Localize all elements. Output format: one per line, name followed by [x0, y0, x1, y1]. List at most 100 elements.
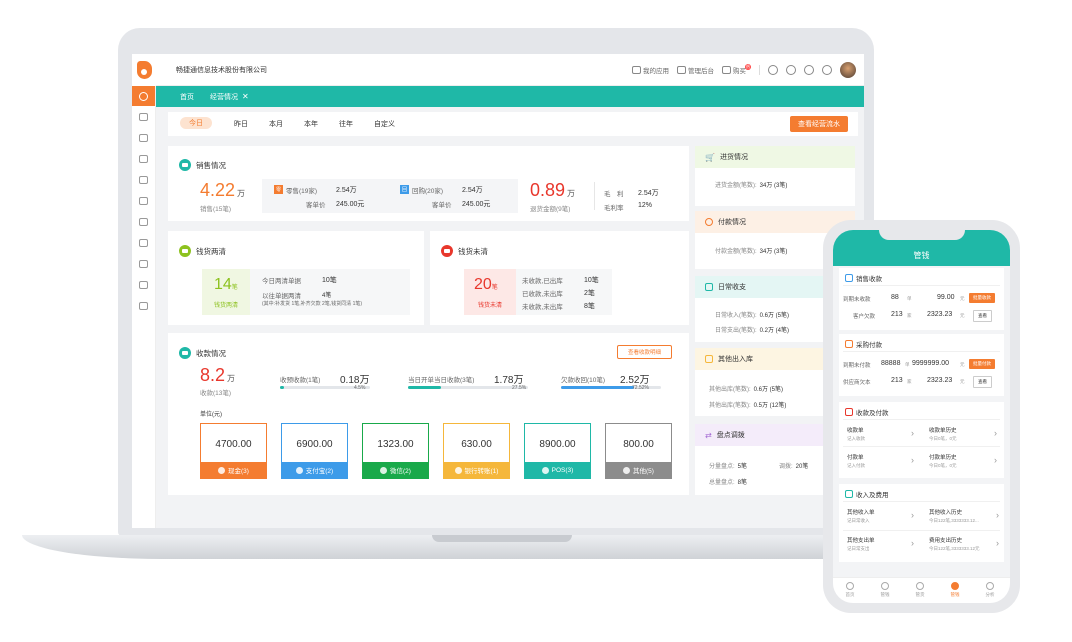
expense-history-entry[interactable]: 费用支出历史 今日122笔,3333333.12元	[929, 536, 980, 552]
unsettled-card: 钱货未清 20笔 钱货未清 未收款,已出库 10笔 已收款,未出库 2笔 未收款…	[430, 231, 689, 325]
close-icon[interactable]: ✕	[242, 92, 249, 101]
nav-analysis-label: 分析	[985, 592, 995, 597]
chart-icon	[139, 259, 148, 268]
chevron-right-icon: ›	[994, 428, 997, 438]
goods-icon	[916, 582, 924, 590]
user-avatar[interactable]	[840, 62, 856, 78]
admin-label: 管理后台	[688, 68, 714, 75]
view-debt-button[interactable]: 查看	[973, 310, 992, 322]
wallet-icon	[179, 347, 191, 359]
sales-title: 销售情况	[179, 159, 226, 171]
nav-goods[interactable]: 管货	[905, 582, 935, 598]
nav-analysis[interactable]: 分析	[975, 582, 1005, 598]
sidebar-item-home[interactable]	[132, 106, 155, 127]
m2-value: 1.78万	[494, 375, 524, 386]
view-flow-button[interactable]: 查看经营流水	[790, 116, 848, 132]
other-income-entry[interactable]: 其他收入单 记日常收入	[847, 508, 875, 524]
view-receipts-button[interactable]: 查看收款明细	[616, 345, 672, 359]
transfer-icon: ⇄	[705, 430, 712, 440]
payment-tile[interactable]: 8900.00 POS(3)	[524, 423, 591, 479]
receipts-amount-unit: 万	[227, 374, 236, 383]
date-custom[interactable]: 自定义	[374, 119, 395, 129]
nav-money-label: 管钱	[880, 592, 890, 597]
ms-r2-amt: 2323.23	[927, 311, 953, 318]
daily-line-2: 日常支出(笔数): 0.2万 (4笔)	[715, 325, 789, 334]
tab-home[interactable]: 首页	[180, 92, 194, 102]
app-logo[interactable]	[132, 54, 156, 86]
gross-label: 毛 利	[604, 191, 624, 198]
date-today[interactable]: 今日	[180, 117, 212, 129]
mp-r1-amt: 9999999.00	[912, 360, 949, 367]
sidebar-item-chart[interactable]	[132, 253, 155, 274]
my-apps-link[interactable]: 我的应用	[632, 65, 669, 75]
other-expense-entry[interactable]: 其他支出单 记日常支出	[847, 536, 875, 552]
receipt-history-entry[interactable]: 收款单历史 今日0笔，0元	[929, 426, 957, 442]
batch-receive-button[interactable]: 批量收款	[969, 293, 995, 303]
help-icon[interactable]	[804, 65, 814, 75]
nav-money-active[interactable]: 管钱	[940, 582, 970, 598]
payment-method-icon	[380, 466, 388, 474]
payment-history-sub: 今日0笔，0元	[929, 463, 957, 468]
sidebar-item-user[interactable]	[132, 211, 155, 232]
payment-tile[interactable]: 4700.00 现金(3)	[200, 423, 267, 479]
mobile-purchase-title: 采购付款	[856, 342, 882, 349]
payment-tile[interactable]: 1323.00 微信(2)	[362, 423, 429, 479]
unsettled-highlight: 20笔 钱货未清	[464, 269, 516, 315]
settled-num: 14	[214, 276, 232, 293]
payment-history-entry[interactable]: 付款单历史 今日0笔，0元	[929, 453, 957, 469]
apps-icon	[632, 66, 641, 74]
unsettled-r1-value: 10笔	[584, 277, 599, 284]
payment-entry-title: 付款单	[847, 455, 864, 461]
payment-tile[interactable]: 630.00 银行转账(1)	[443, 423, 510, 479]
sidebar-item-store[interactable]	[132, 169, 155, 190]
sidebar-item-cloud[interactable]	[132, 295, 155, 316]
divider	[843, 501, 1000, 502]
view-supplier-debt-button[interactable]: 查看	[973, 376, 992, 388]
sidebar-item-delivery[interactable]	[132, 148, 155, 169]
date-month[interactable]: 本月	[269, 119, 283, 129]
bell-icon[interactable]	[786, 65, 796, 75]
store-icon	[139, 175, 148, 184]
sales-card: 销售情况 4.22 万 销售(15笔) 零 零售(19家) 2.54万 客单价 2…	[168, 146, 689, 221]
sidebar-item-active[interactable]	[132, 86, 155, 106]
nav-home[interactable]: 首页	[835, 582, 865, 598]
sidebar-item-settings[interactable]	[132, 274, 155, 295]
batch-pay-button[interactable]: 批量付款	[969, 359, 995, 369]
payment-line-label: 付款金额(笔数):	[715, 249, 757, 255]
mp-r1-unit: 单	[905, 362, 910, 367]
m3-label: 欠款收回(10笔)	[561, 377, 606, 384]
tab-business[interactable]: 经营情况 ✕	[210, 92, 249, 102]
divider	[594, 182, 595, 210]
cart-icon: 🛒	[705, 152, 715, 162]
divider	[759, 65, 760, 75]
nav-money[interactable]: 管钱	[870, 582, 900, 598]
admin-link[interactable]: 管理后台	[677, 65, 714, 75]
buy-link[interactable]: 购买热	[722, 64, 751, 75]
search-icon[interactable]	[768, 65, 778, 75]
unsettled-unit: 笔	[491, 285, 498, 291]
other-expense-title: 其他支出单	[847, 538, 875, 544]
date-yesterday[interactable]: 昨日	[234, 119, 248, 129]
m3-progress-fill	[561, 386, 634, 389]
date-past-years[interactable]: 往年	[339, 119, 353, 129]
sidebar-item-tag[interactable]	[132, 190, 155, 211]
date-year[interactable]: 本年	[304, 119, 318, 129]
payment-tile[interactable]: 6900.00 支付宝(2)	[281, 423, 348, 479]
cart-icon	[722, 66, 731, 74]
payment-line-value: 34万 (3笔)	[759, 249, 788, 255]
other-income-title: 其他收入单	[847, 510, 875, 516]
settings-icon	[139, 280, 148, 289]
receipt-entry-sub: 记入收款	[847, 436, 865, 441]
settled-box: 14笔 钱货两清 今日两清单据 10笔 以往单据两清 4笔 (其中:补发货 1笔…	[202, 269, 410, 315]
payment-tile[interactable]: 800.00 其他(5)	[605, 423, 672, 479]
message-icon[interactable]	[822, 65, 832, 75]
receipt-entry[interactable]: 收款单 记入收款	[847, 426, 865, 442]
wallet-icon	[179, 159, 191, 171]
payment-entry[interactable]: 付款单 记入付款	[847, 453, 865, 469]
payment-method-icon	[623, 466, 631, 474]
sidebar-item-org[interactable]	[132, 127, 155, 148]
sidebar-item-report[interactable]	[132, 232, 155, 253]
other-line-2: 其他出库(笔数): 0.5万 (12笔)	[709, 400, 786, 409]
other-income-history-title: 其他收入历史	[929, 510, 963, 516]
other-income-history-entry[interactable]: 其他收入历史 今日122笔,3333333.12...	[929, 508, 979, 524]
